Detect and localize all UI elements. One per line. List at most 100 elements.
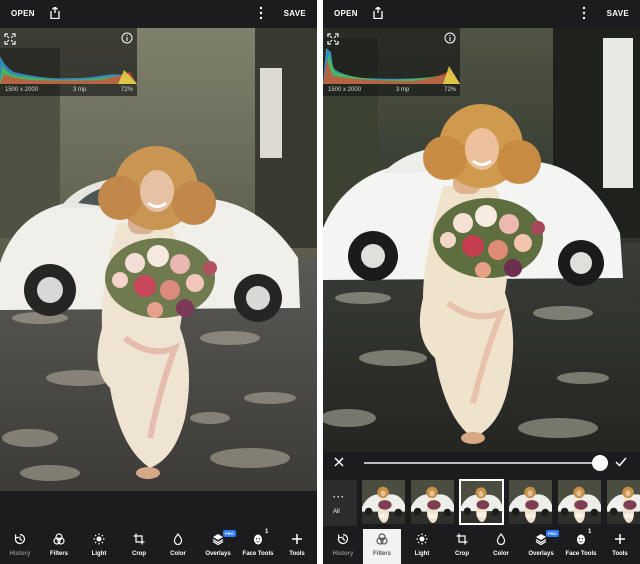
share-icon[interactable] [50,7,60,19]
history-icon [337,533,349,545]
top-bar: OPEN SAVE [323,0,640,28]
tool-tools[interactable]: Tools [601,529,639,564]
tool-crop[interactable]: Crop [443,529,481,564]
histogram-panel: 1500 x 2000 3 mp 72% [323,28,460,96]
tool-history[interactable]: History [324,529,362,564]
color-icon [173,533,183,545]
all-filters-button[interactable]: ··· All [323,480,357,526]
histogram-graph [323,48,460,84]
save-button[interactable]: SAVE [284,9,306,18]
tool-face-tools[interactable]: Face Tools 1 [239,529,277,564]
tool-label: Tools [289,551,305,557]
filter-preset-thumb[interactable]: M3 [459,479,504,525]
tool-tools[interactable]: Tools [278,529,316,564]
pro-badge: PRO [223,530,236,537]
tool-label: Crop [455,551,469,557]
bottom-toolbar: History Filters Light Crop Color Overlays PRO F… [0,529,317,564]
tool-label: Face Tools [242,551,274,557]
info-icon[interactable] [121,32,133,44]
filter-preset-thumb[interactable]: M6 [606,479,640,525]
close-icon[interactable] [333,456,345,468]
slider-knob[interactable] [592,455,608,471]
filter-strength-slider[interactable] [364,455,608,471]
slider-track [364,462,608,464]
filter-preset-thumb[interactable]: M2 [410,479,455,525]
resolution-label: 1500 x 2000 [5,87,39,93]
open-button[interactable]: OPEN [11,9,35,18]
count-badge: 1 [588,529,592,535]
tool-label: Face Tools [565,551,597,557]
editor-screen-filtered: OPEN SAVE 1500 x 2000 3 mp 72% ··· All M… [323,0,640,564]
megapixels-label: 3 mp [396,87,410,93]
tool-face-tools[interactable]: Face Tools 1 [562,529,600,564]
more-options-icon[interactable] [258,6,264,20]
tool-label: Tools [612,551,628,557]
filter-panel: ··· All M1 M2 M3 M4 M5 M6 [323,452,640,532]
preset-label: M2 [428,514,437,520]
tool-label: Light [414,551,430,557]
pro-badge: PRO [546,530,559,537]
histogram-panel: 1500 x 2000 3 mp 72% [0,28,137,96]
face-tools-icon [254,534,262,545]
history-icon [14,533,26,545]
tool-crop[interactable]: Crop [120,529,158,564]
zoom-label: 72% [121,87,134,93]
tool-label: Crop [132,551,146,557]
open-button[interactable]: OPEN [334,9,358,18]
tool-label: Color [170,551,186,557]
tool-light[interactable]: Light [80,529,118,564]
info-icon[interactable] [444,32,456,44]
face-tools-icon [577,534,585,545]
save-button[interactable]: SAVE [607,9,629,18]
count-badge: 1 [265,529,269,535]
preset-label: M1 [379,514,388,520]
tool-overlays[interactable]: Overlays PRO [522,529,560,564]
preset-label: M3 [477,513,486,519]
tool-label: History [332,551,354,557]
tool-filters[interactable]: Filters [363,529,401,564]
expand-icon[interactable] [327,33,339,45]
filter-preset-thumb[interactable]: M5 [557,479,602,525]
filters-icon [53,533,65,545]
bottom-toolbar: History Filters Light Crop Color Overlays PRO F… [323,529,640,564]
tool-label: Overlays [528,551,554,557]
crop-icon [133,533,145,545]
histogram-graph [0,56,137,84]
preset-label: M6 [624,514,633,520]
light-icon [416,533,428,545]
tool-label: Filters [372,551,391,557]
all-filters-label: All [333,509,340,515]
plus-icon [292,534,302,544]
tool-history[interactable]: History [1,529,39,564]
tool-color[interactable]: Color [482,529,520,564]
zoom-label: 72% [444,87,457,93]
share-icon[interactable] [373,7,383,19]
editor-screen-original: OPEN SAVE 1500 x 2000 3 mp 72% History F… [0,0,317,564]
more-dots-icon: ··· [333,492,345,502]
tool-label: History [9,551,31,557]
filter-preset-thumb[interactable]: M1 [361,479,406,525]
more-options-icon[interactable] [581,6,587,20]
expand-icon[interactable] [4,33,16,45]
crop-icon [456,533,468,545]
tool-label: Overlays [205,551,231,557]
check-icon[interactable] [615,456,627,468]
filters-icon [376,533,388,545]
megapixels-label: 3 mp [73,87,87,93]
tool-label: Filters [49,551,68,557]
filter-preset-thumb[interactable]: M4 [508,479,553,525]
tool-color[interactable]: Color [159,529,197,564]
color-icon [496,533,506,545]
preset-label: M4 [526,514,535,520]
resolution-label: 1500 x 2000 [328,87,362,93]
photo-canvas[interactable] [0,28,317,491]
tool-label: Color [493,551,509,557]
tool-filters[interactable]: Filters [40,529,78,564]
tool-label: Light [91,551,107,557]
top-bar: OPEN SAVE [0,0,317,28]
photo-image [0,28,317,491]
light-icon [93,533,105,545]
tool-overlays[interactable]: Overlays PRO [199,529,237,564]
tool-light[interactable]: Light [403,529,441,564]
preset-label: M5 [575,514,584,520]
